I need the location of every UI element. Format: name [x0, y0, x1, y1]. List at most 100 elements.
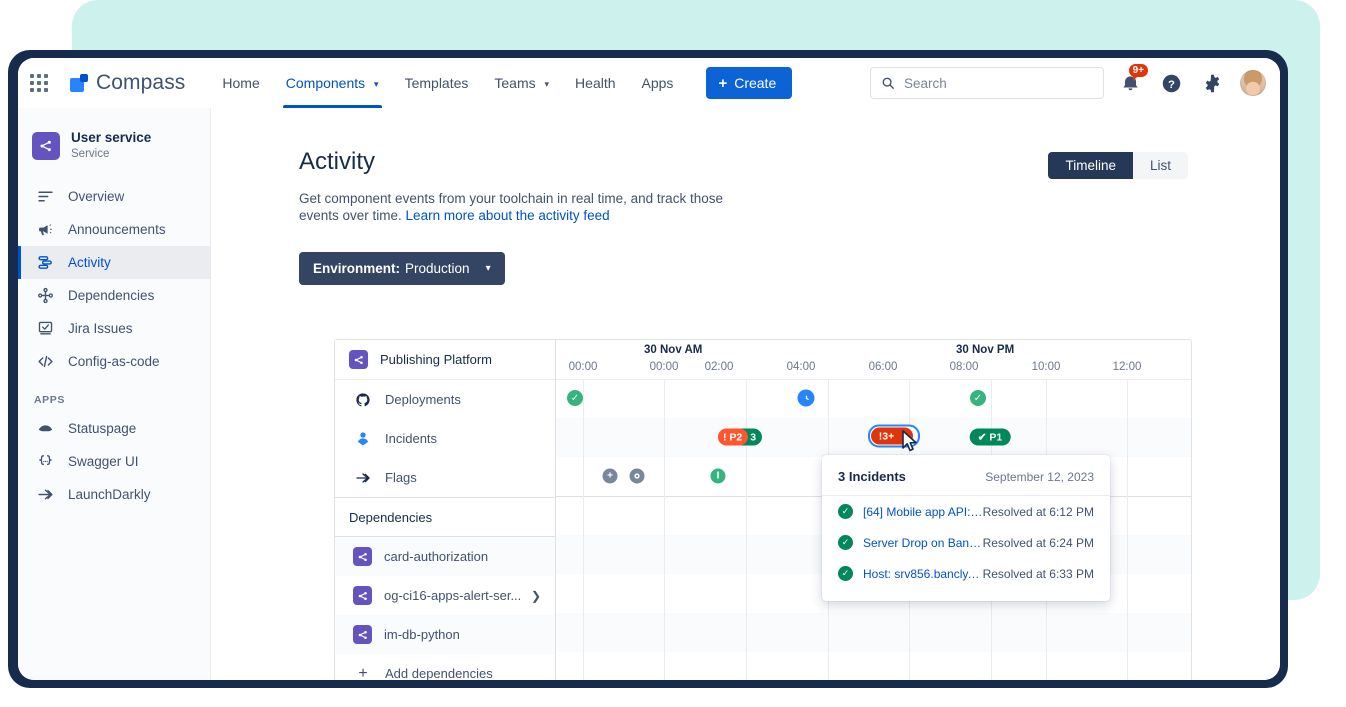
nav-item-templates[interactable]: Templates	[392, 58, 482, 108]
opsgenie-icon	[353, 429, 373, 449]
add-dependencies-button[interactable]: + Add dependencies	[335, 654, 555, 680]
sidebar-item-config-as-code[interactable]: Config-as-code	[18, 345, 210, 378]
sidebar-item-announcements[interactable]: Announcements	[18, 213, 210, 246]
avatar[interactable]	[1240, 70, 1266, 96]
tab-timeline[interactable]: Timeline	[1048, 152, 1133, 179]
component-icon	[32, 132, 60, 160]
incident-marker-stacked-selected[interactable]: !3+	[868, 425, 920, 450]
timeline-row-flags[interactable]: Flags	[335, 458, 555, 497]
nav-item-label: Health	[575, 75, 615, 91]
create-button[interactable]: + Create	[706, 67, 792, 99]
deployment-marker-pending[interactable]	[798, 390, 815, 407]
time-tick-label: 10:00	[1032, 361, 1061, 373]
nav-item-components[interactable]: Components ▾	[273, 58, 392, 108]
clock-icon	[798, 390, 815, 407]
nav-right-group: Search 9+ ?	[870, 67, 1280, 99]
dependency-row-og-ci16[interactable]: og-ci16-apps-alert-ser... ❯	[335, 576, 555, 615]
incidents-popover: 3 Incidents September 12, 2023 ✓ [64] Mo…	[822, 455, 1110, 601]
timeline-group-header[interactable]: Publishing Platform	[335, 340, 555, 380]
popover-incident-row[interactable]: ✓ Server Drop on Banc.ly Fr... Resolved …	[822, 527, 1110, 558]
screenshot-stage: Compass Home Components ▾ Templates Team…	[0, 0, 1346, 707]
time-tick-label: 12:00	[1113, 361, 1142, 373]
sidebar-item-activity[interactable]: Activity	[18, 246, 210, 279]
help-icon: ?	[1161, 73, 1182, 94]
timeline-row-label: Flags	[385, 470, 417, 485]
incident-title-link[interactable]: [64] Mobile app API: Requ...	[863, 505, 983, 519]
sidebar-project-header[interactable]: User service Service	[18, 124, 210, 176]
environment-dropdown[interactable]: Environment: Production ▾	[299, 252, 505, 285]
sidebar-item-overview[interactable]: Overview	[18, 180, 210, 213]
flag-marker-enabled[interactable]: I	[711, 469, 726, 484]
github-icon	[353, 390, 373, 410]
notifications-button[interactable]: 9+	[1115, 68, 1145, 98]
dependencies-section-header: Dependencies	[335, 497, 555, 537]
dependencies-icon	[34, 285, 56, 307]
popover-incident-row[interactable]: ✓ [64] Mobile app API: Requ... Resolved …	[822, 496, 1110, 527]
deployment-marker-success[interactable]: ✓	[970, 390, 986, 406]
incident-resolved-badge: ✔ P1	[970, 429, 1011, 446]
deployment-marker-success[interactable]: ✓	[567, 390, 583, 406]
search-icon	[881, 76, 895, 90]
component-icon	[353, 547, 372, 566]
app-switcher-icon[interactable]	[30, 74, 48, 92]
sidebar-item-label: Statuspage	[68, 421, 136, 436]
flag-marker-toggled[interactable]	[630, 469, 645, 484]
dependency-row-im-db-python[interactable]: im-db-python	[335, 615, 555, 654]
target-icon	[630, 469, 645, 484]
sidebar-item-label: Overview	[68, 189, 124, 204]
code-icon	[34, 351, 56, 373]
compass-logo[interactable]: Compass	[70, 71, 185, 95]
timeline-row-label: Incidents	[385, 431, 437, 446]
search-input[interactable]: Search	[870, 67, 1104, 99]
popover-header: 3 Incidents September 12, 2023	[822, 455, 1110, 496]
sidebar: User service Service Overview	[18, 108, 211, 680]
nav-item-home[interactable]: Home	[209, 58, 272, 108]
timeline-row-label: Deployments	[385, 392, 461, 407]
component-icon	[349, 350, 368, 369]
sidebar-item-swagger-ui[interactable]: Swagger UI	[18, 445, 210, 478]
chevron-down-icon: ▾	[545, 59, 550, 109]
check-icon: ✓	[970, 390, 986, 406]
settings-button[interactable]	[1197, 68, 1227, 98]
sidebar-item-launchdarkly[interactable]: LaunchDarkly	[18, 478, 210, 511]
timeline-row-incidents[interactable]: Incidents	[335, 419, 555, 458]
svg-text:?: ?	[1168, 78, 1175, 90]
component-icon	[353, 625, 372, 644]
incident-marker-p1-resolved[interactable]: ✔ P1	[970, 429, 1011, 446]
timeline-row-deployments[interactable]: Deployments	[335, 380, 555, 419]
timeline-header: 30 Nov AM 30 Nov PM 00:00 00:00 02:00 04…	[556, 340, 1191, 380]
incident-title-link[interactable]: Host: srv856.bancly.com...	[863, 567, 983, 581]
sidebar-item-jira-issues[interactable]: Jira Issues	[18, 312, 210, 345]
learn-more-link[interactable]: Learn more about the activity feed	[406, 208, 610, 223]
popover-incident-row[interactable]: ✓ Host: srv856.bancly.com... Resolved at…	[822, 558, 1110, 589]
timeline-band-dep-3	[556, 613, 1191, 652]
activity-icon	[34, 252, 56, 274]
sidebar-item-label: Activity	[68, 255, 111, 270]
sidebar-nav: Overview Announcements	[18, 180, 210, 511]
sidebar-item-dependencies[interactable]: Dependencies	[18, 279, 210, 312]
nav-item-label: Home	[222, 75, 259, 91]
sidebar-item-label: Jira Issues	[68, 321, 133, 336]
sidebar-item-statuspage[interactable]: Statuspage	[18, 412, 210, 445]
nav-item-health[interactable]: Health	[562, 58, 628, 108]
timeline-group-header-label: Publishing Platform	[380, 352, 492, 367]
help-button[interactable]: ?	[1156, 68, 1186, 98]
dependencies-section-label: Dependencies	[349, 510, 432, 525]
flag-marker-created[interactable]: +	[603, 469, 618, 484]
nav-item-label: Apps	[642, 75, 674, 91]
tab-list[interactable]: List	[1133, 152, 1188, 179]
day-label: 30 Nov AM	[644, 344, 702, 356]
add-dependencies-label: Add dependencies	[385, 666, 493, 680]
nav-item-label: Teams	[494, 75, 535, 91]
environment-label: Environment:	[313, 261, 400, 276]
nav-item-teams[interactable]: Teams ▾	[481, 58, 562, 108]
sidebar-item-label: Dependencies	[68, 288, 154, 303]
swagger-icon	[34, 451, 56, 473]
gear-icon	[1202, 73, 1223, 94]
incident-title-link[interactable]: Server Drop on Banc.ly Fr...	[863, 536, 983, 550]
popover-title: 3 Incidents	[838, 469, 906, 484]
dependency-row-card-authorization[interactable]: card-authorization	[335, 537, 555, 576]
chevron-right-icon[interactable]: ❯	[531, 589, 541, 603]
incident-marker-p2[interactable]: ! P2 3	[718, 429, 762, 446]
nav-item-apps[interactable]: Apps	[629, 58, 687, 108]
